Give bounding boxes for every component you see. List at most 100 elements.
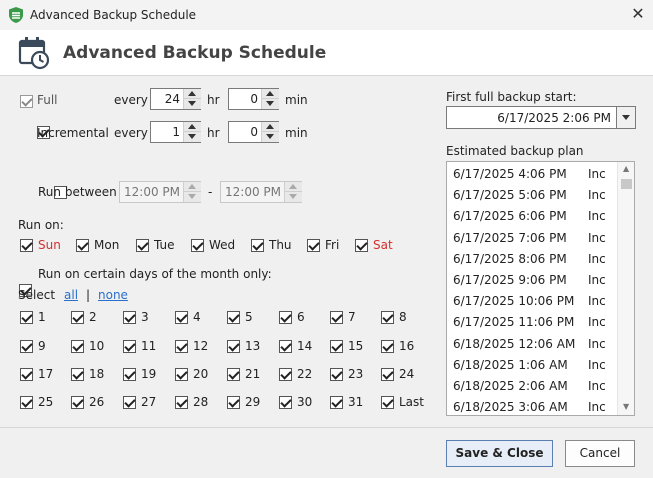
scrollbar-thumb[interactable] (621, 179, 632, 189)
month-day-checkbox[interactable] (279, 396, 292, 409)
month-day-checkbox[interactable] (20, 396, 33, 409)
month-day-checkbox[interactable] (71, 368, 84, 381)
close-icon: ✕ (631, 4, 645, 23)
month-day-checkbox[interactable] (279, 340, 292, 353)
incremental-minutes-up-button[interactable] (262, 122, 279, 132)
month-day-checkbox[interactable] (20, 368, 33, 381)
month-day-checkbox[interactable] (71, 340, 84, 353)
incremental-hours-up-button[interactable] (184, 122, 201, 132)
month-day-label: 11 (141, 339, 157, 353)
weekday-label: Sat (373, 238, 393, 252)
month-day-checkbox[interactable] (123, 340, 136, 353)
month-day-label: 4 (193, 310, 201, 324)
incremental-hours-down-button[interactable] (184, 132, 201, 142)
full-minutes-stepper[interactable]: 0 (228, 88, 279, 110)
month-day-checkbox[interactable] (175, 311, 188, 324)
full-hours-up-button[interactable] (184, 89, 201, 99)
month-day-checkbox[interactable] (330, 311, 343, 324)
month-day-checkbox[interactable] (71, 311, 84, 324)
first-full-datetime-picker[interactable]: 6/17/2025 2:06 PM (446, 106, 636, 129)
month-day-label: 10 (89, 339, 105, 353)
run-between-end-value: 12:00 PM (225, 185, 281, 199)
month-day-checkbox[interactable] (20, 340, 33, 353)
full-checkbox[interactable] (20, 95, 33, 108)
month-day-checkbox[interactable] (330, 396, 343, 409)
weekday-label: Sun (38, 238, 61, 252)
month-day-label: 12 (193, 339, 209, 353)
month-day-label: 14 (297, 339, 313, 353)
month-day-checkbox[interactable] (175, 396, 188, 409)
month-day-label: 8 (399, 310, 407, 324)
full-hr-label: hr (207, 93, 220, 107)
month-day-checkbox[interactable] (175, 340, 188, 353)
incremental-hours-stepper[interactable]: 1 (150, 121, 201, 143)
save-close-button[interactable]: Save & Close (446, 440, 553, 467)
close-button[interactable]: ✕ (628, 4, 648, 24)
month-day-checkbox[interactable] (227, 396, 240, 409)
weekday-checkbox[interactable] (20, 239, 33, 252)
month-day-checkbox[interactable] (381, 396, 394, 409)
month-day-checkbox[interactable] (381, 340, 394, 353)
weekday-checkbox[interactable] (307, 239, 320, 252)
month-day-label: Last (399, 395, 424, 409)
full-hours-stepper[interactable]: 24 (150, 88, 201, 110)
full-hours-down-button[interactable] (184, 99, 201, 109)
weekday-checkbox[interactable] (136, 239, 149, 252)
month-day-label: 13 (245, 339, 261, 353)
scroll-down-icon[interactable]: ▼ (623, 402, 629, 411)
month-day-label: 21 (245, 367, 261, 381)
window-title: Advanced Backup Schedule (30, 8, 197, 22)
month-day-label: 27 (141, 395, 157, 409)
select-none-link[interactable]: none (98, 288, 128, 302)
month-day-checkbox[interactable] (279, 311, 292, 324)
plan-row-date: 6/17/2025 7:06 PM (453, 230, 567, 245)
weekday-checkbox[interactable] (76, 239, 89, 252)
month-day-label: 22 (297, 367, 313, 381)
incremental-minutes-stepper[interactable]: 0 (228, 121, 279, 143)
full-minutes-down-button[interactable] (262, 99, 279, 109)
month-day-checkbox[interactable] (381, 368, 394, 381)
cancel-button[interactable]: Cancel (565, 440, 635, 467)
month-day-checkbox[interactable] (123, 368, 136, 381)
month-day-checkbox[interactable] (227, 368, 240, 381)
month-day-checkbox[interactable] (123, 311, 136, 324)
incremental-minutes-down-button[interactable] (262, 132, 279, 142)
arrow-up-icon (266, 124, 274, 129)
select-all-link[interactable]: all (64, 288, 78, 302)
run-between-start-value: 12:00 PM (124, 185, 180, 199)
select-label: Select (18, 288, 56, 302)
month-day-checkbox[interactable] (279, 368, 292, 381)
month-day-checkbox[interactable] (381, 311, 394, 324)
run-between-end-input[interactable]: 12:00 PM (220, 181, 302, 203)
month-day-label: 15 (348, 339, 364, 353)
month-day-checkbox[interactable] (123, 396, 136, 409)
scroll-up-icon[interactable]: ▲ (623, 164, 629, 173)
run-between-label: Run between (38, 185, 117, 199)
month-day-checkbox[interactable] (71, 396, 84, 409)
plan-label: Estimated backup plan (446, 144, 584, 158)
incremental-label: Incremental (37, 126, 109, 140)
month-day-checkbox[interactable] (330, 340, 343, 353)
full-minutes-value: 0 (250, 92, 258, 106)
month-day-checkbox[interactable] (330, 368, 343, 381)
arrow-down-icon (289, 194, 297, 199)
weekday-checkbox[interactable] (251, 239, 264, 252)
month-day-checkbox[interactable] (175, 368, 188, 381)
datetime-dropdown-button[interactable] (616, 107, 635, 128)
month-day-label: 6 (297, 310, 305, 324)
month-day-checkbox[interactable] (227, 311, 240, 324)
incremental-minutes-value: 0 (250, 125, 258, 139)
month-day-checkbox[interactable] (20, 311, 33, 324)
plan-row-type: Inc (588, 230, 606, 245)
weekday-checkbox[interactable] (355, 239, 368, 252)
backup-plan-list[interactable]: 6/17/2025 4:06 PM Inc 6/17/2025 5:06 PM Inc… (446, 161, 635, 416)
plan-scrollbar[interactable]: ▲ ▼ (617, 162, 634, 415)
month-day-checkbox[interactable] (227, 340, 240, 353)
full-minutes-up-button[interactable] (262, 89, 279, 99)
run-between-separator: - (208, 185, 213, 199)
title-bar: Advanced Backup Schedule ✕ (0, 0, 653, 30)
plan-row-type: Inc (588, 379, 606, 393)
weekday-checkbox[interactable] (191, 239, 204, 252)
run-between-start-input[interactable]: 12:00 PM (119, 181, 201, 203)
month-day-label: 2 (89, 310, 97, 324)
